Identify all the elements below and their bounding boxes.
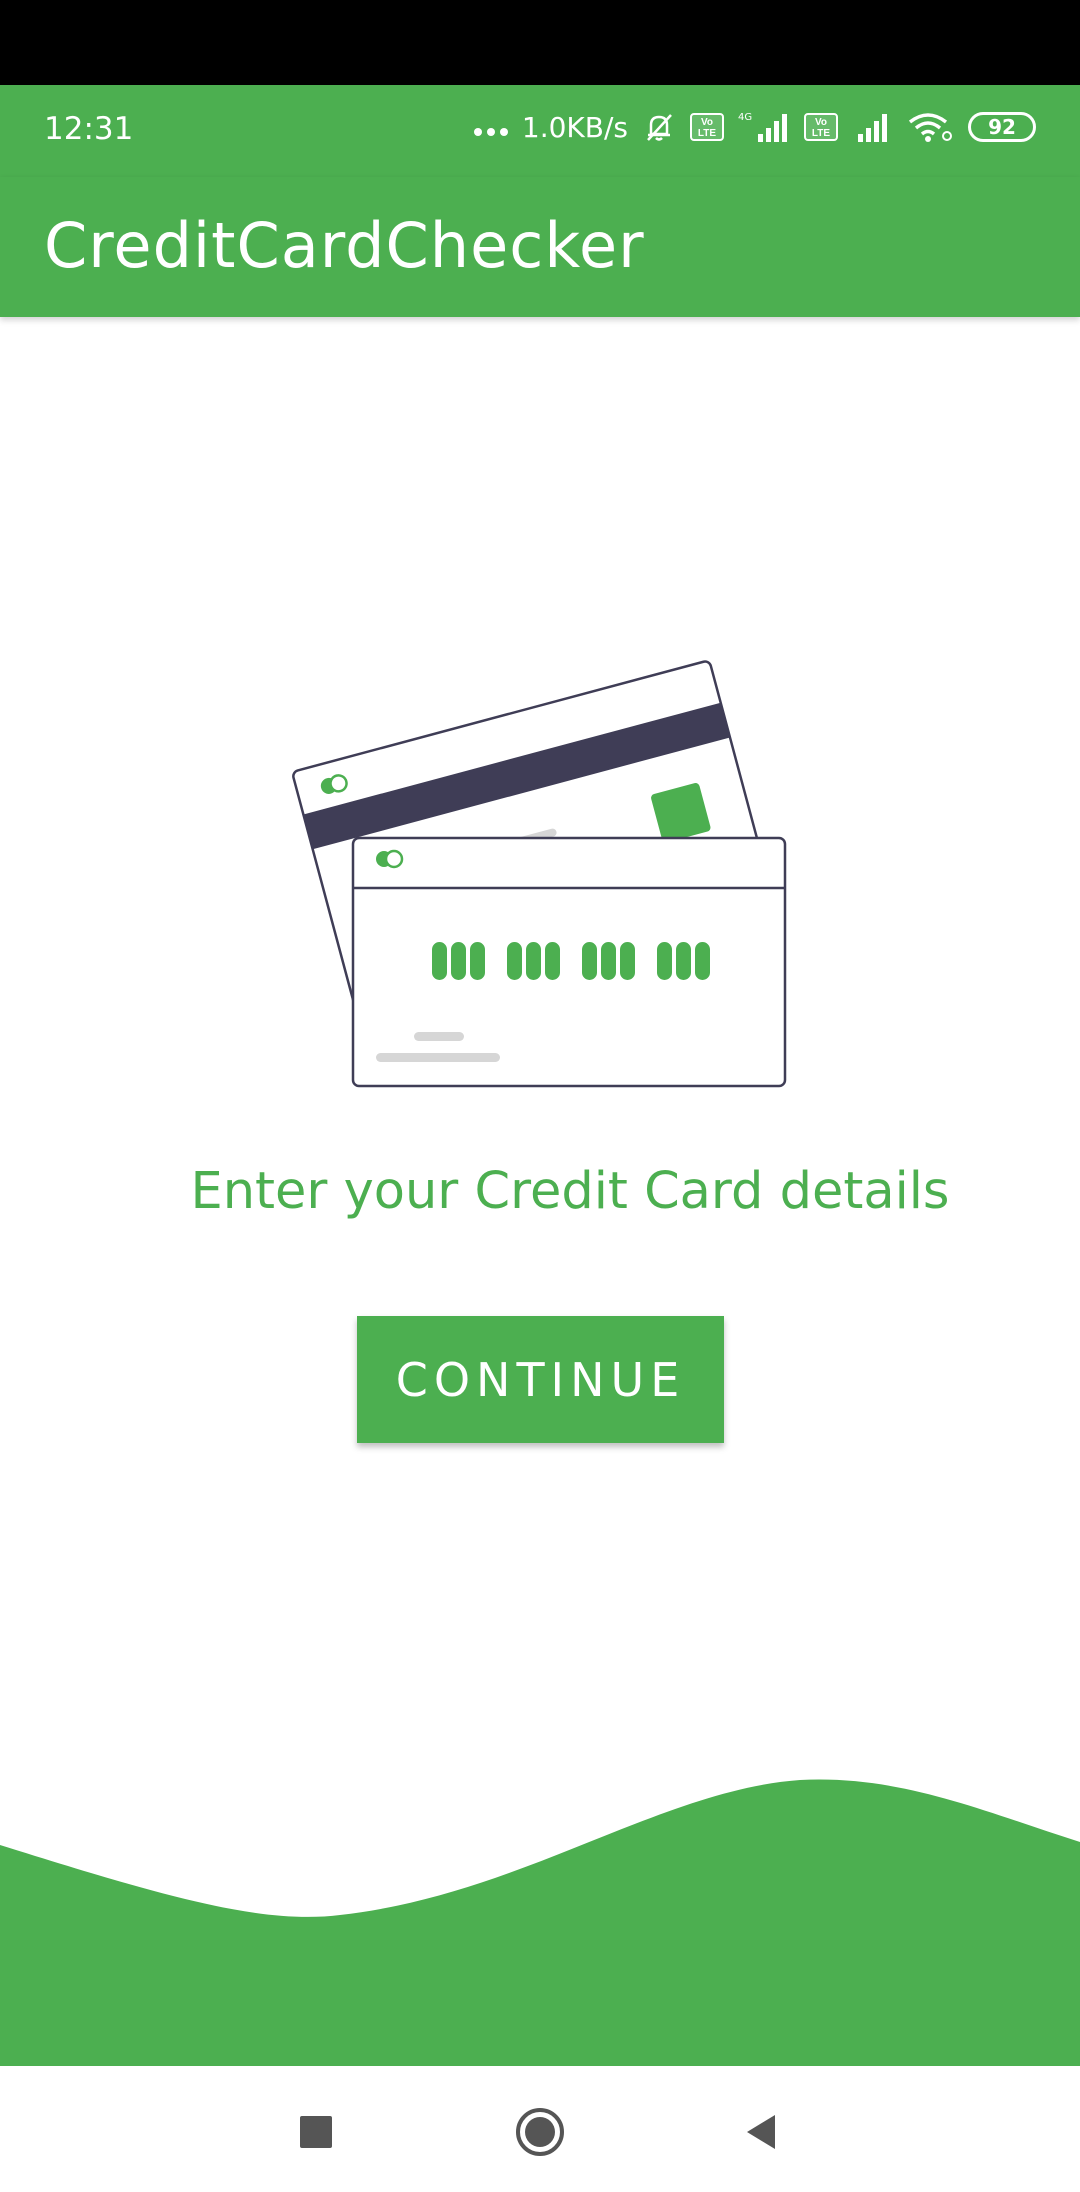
continue-button[interactable]: CONTINUE bbox=[357, 1316, 724, 1443]
front-card bbox=[351, 836, 787, 1088]
app-title: CreditCardChecker bbox=[44, 209, 645, 282]
top-black-bezel bbox=[0, 0, 1080, 85]
app-bar: CreditCardChecker bbox=[0, 177, 1080, 317]
battery-icon: 92 bbox=[968, 112, 1036, 142]
status-bar: 12:31 1.0KB/s Vo LTE 4G Vo LTE 92 bbox=[0, 85, 1080, 177]
signal-icon-2 bbox=[858, 114, 887, 142]
credit-cards-illustration bbox=[292, 660, 787, 1088]
recents-button[interactable] bbox=[286, 2102, 346, 2162]
decorative-wave bbox=[0, 1779, 1080, 2066]
signal-icon: 4G bbox=[738, 112, 787, 142]
back-triangle-icon bbox=[747, 2115, 775, 2149]
back-button[interactable] bbox=[731, 2102, 791, 2162]
volte-icon-2: Vo LTE bbox=[804, 113, 838, 141]
wifi-icon bbox=[908, 113, 952, 142]
mute-bell-icon bbox=[647, 114, 672, 141]
more-dots-icon bbox=[473, 128, 508, 136]
home-button[interactable] bbox=[510, 2102, 570, 2162]
navigation-bar bbox=[0, 2066, 1080, 2192]
prompt-text: Enter your Credit Card details bbox=[190, 1162, 950, 1221]
home-circle-icon bbox=[516, 2108, 564, 2156]
status-icons: 1.0KB/s Vo LTE 4G Vo LTE 92 bbox=[473, 107, 1036, 147]
volte-icon: Vo LTE bbox=[690, 113, 724, 141]
recents-square-icon bbox=[300, 2116, 332, 2148]
status-time: 12:31 bbox=[44, 111, 134, 147]
network-type-label: 4G bbox=[738, 112, 752, 123]
net-speed: 1.0KB/s bbox=[521, 110, 628, 144]
